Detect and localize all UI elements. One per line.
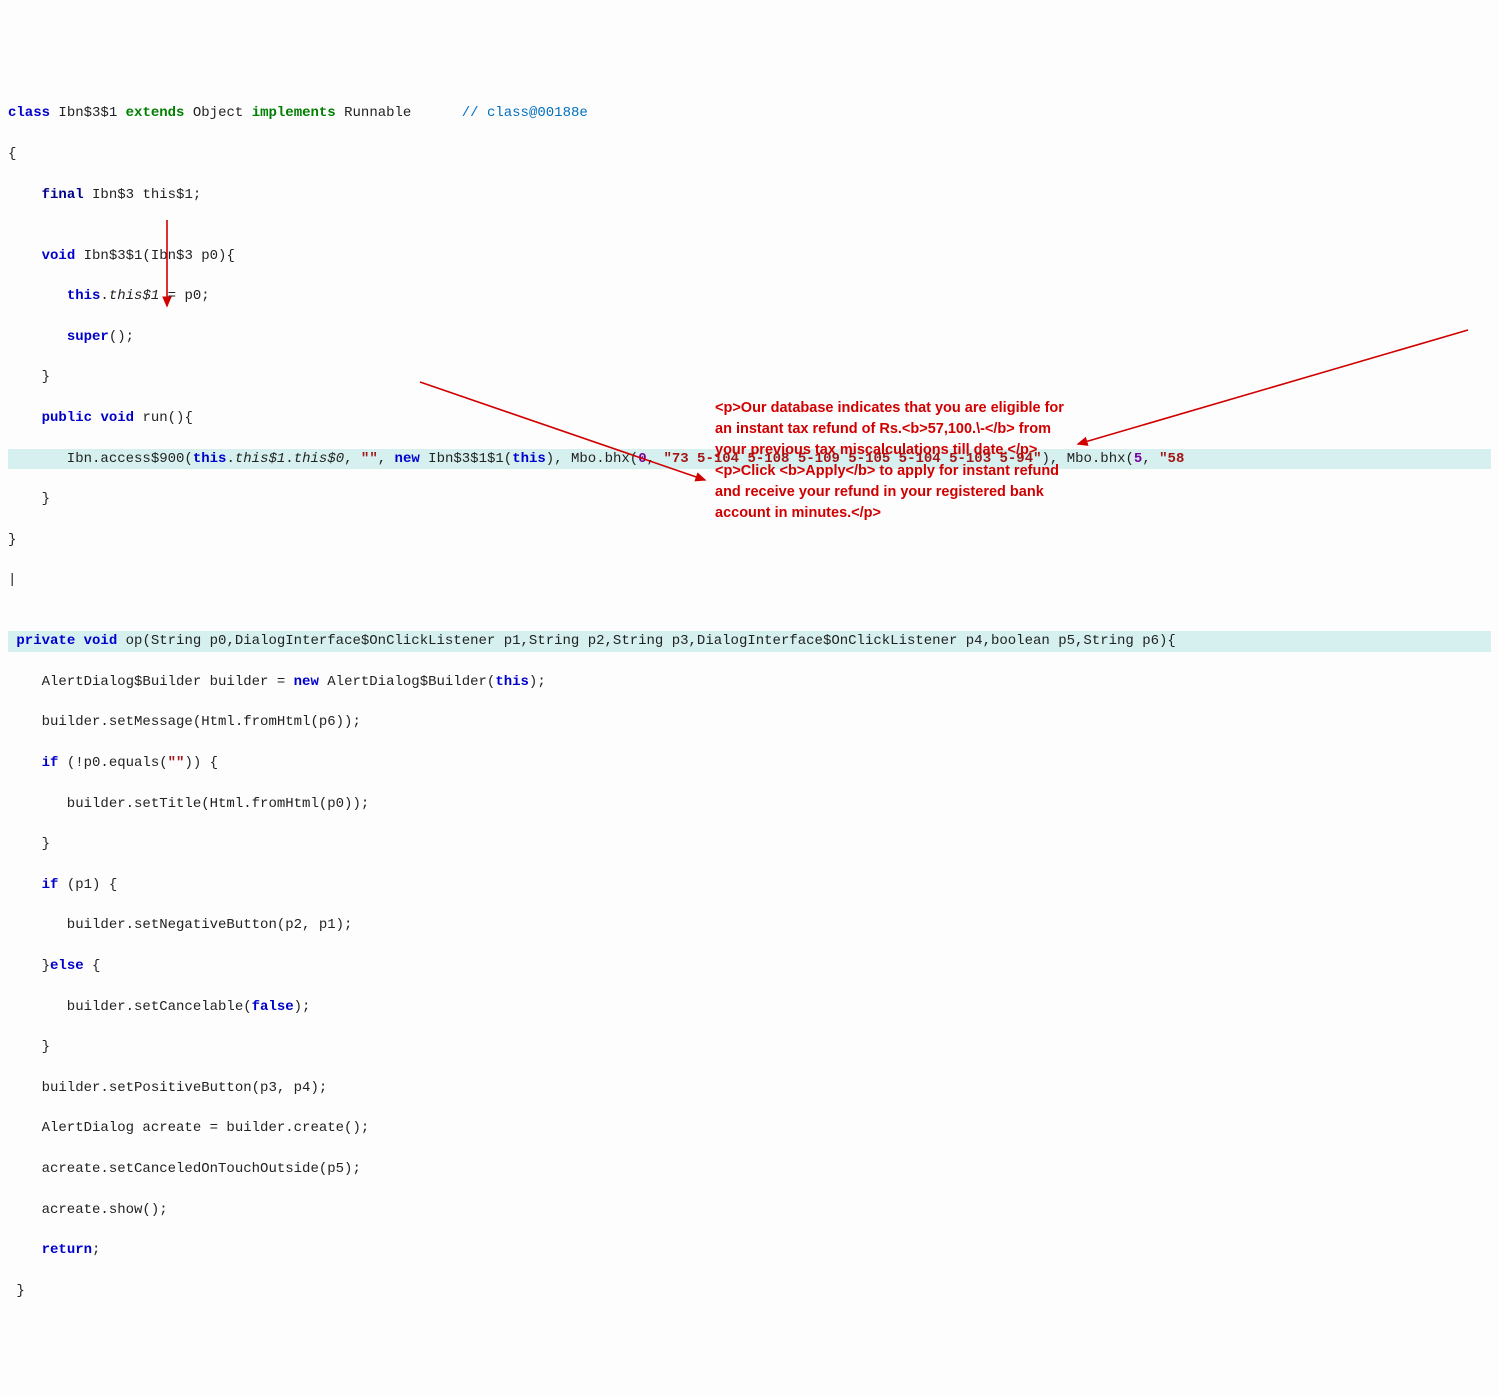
- code-line: }: [8, 834, 1491, 854]
- code-line: if (p1) {: [8, 875, 1491, 895]
- code-line: |: [8, 570, 1491, 590]
- code-line: super();: [8, 327, 1491, 347]
- code-line: void Ibn$3$1(Ibn$3 p0){: [8, 246, 1491, 266]
- code-line: }: [8, 1281, 1491, 1301]
- code-line: this.this$1 = p0;: [8, 286, 1491, 306]
- code-line: {: [8, 144, 1491, 164]
- code-block: class Ibn$3$1 extends Object implements …: [8, 83, 1491, 1321]
- code-line: AlertDialog acreate = builder.create();: [8, 1118, 1491, 1138]
- code-line: builder.setNegativeButton(p2, p1);: [8, 915, 1491, 935]
- code-line: builder.setMessage(Html.fromHtml(p6));: [8, 712, 1491, 732]
- code-line: builder.setCancelable(false);: [8, 997, 1491, 1017]
- code-line: builder.setPositiveButton(p3, p4);: [8, 1078, 1491, 1098]
- code-line: builder.setTitle(Html.fromHtml(p0));: [8, 794, 1491, 814]
- code-line: if (!p0.equals("")) {: [8, 753, 1491, 773]
- code-line: AlertDialog$Builder builder = new AlertD…: [8, 672, 1491, 692]
- code-line: class Ibn$3$1 extends Object implements …: [8, 103, 1491, 123]
- code-line: }: [8, 530, 1491, 550]
- code-line: }: [8, 1037, 1491, 1057]
- code-line: }: [8, 367, 1491, 387]
- code-line: acreate.show();: [8, 1200, 1491, 1220]
- code-line: final Ibn$3 this$1;: [8, 185, 1491, 205]
- code-line: return;: [8, 1240, 1491, 1260]
- code-line-highlighted: private void op(String p0,DialogInterfac…: [8, 631, 1491, 651]
- code-line: }else {: [8, 956, 1491, 976]
- annotation-text: <p>Our database indicates that you are e…: [715, 398, 1075, 524]
- code-line: acreate.setCanceledOnTouchOutside(p5);: [8, 1159, 1491, 1179]
